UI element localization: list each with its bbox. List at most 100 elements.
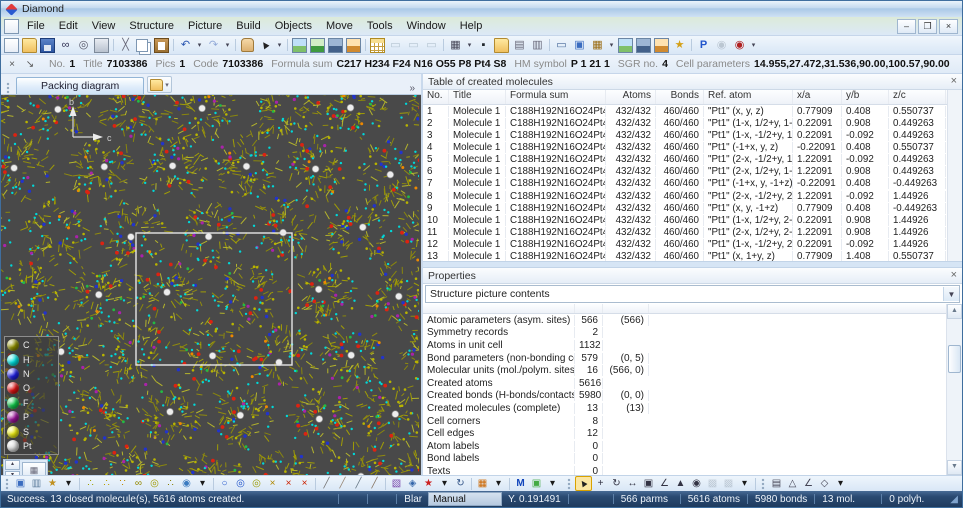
menu-item-help[interactable]: Help <box>453 18 490 34</box>
table-row[interactable]: 8Molecule 1C188H192N16O24Pt4P8432/432460… <box>423 190 947 202</box>
print-icon[interactable] <box>93 38 110 53</box>
grow-network-icon[interactable]: ◎ <box>147 477 162 490</box>
bond-style-icon-4[interactable]: ╱ <box>367 477 382 490</box>
property-row[interactable]: Texts0 <box>423 465 946 475</box>
property-row[interactable]: Created atoms5616 <box>423 377 946 390</box>
table-row[interactable]: 4Molecule 1C188H192N16O24Pt4P8432/432460… <box>423 141 947 153</box>
photo-mode-icon[interactable]: ▪ <box>475 38 492 53</box>
grid-view-icon[interactable]: ▦ <box>447 38 464 53</box>
table-row[interactable]: 10Molecule 1C188H192N16O24Pt4P8432/43246… <box>423 214 947 226</box>
frame-up-button[interactable]: ▴ <box>5 460 20 470</box>
menu-item-picture[interactable]: Picture <box>181 18 229 34</box>
toolbar-grip[interactable] <box>761 478 766 490</box>
property-row[interactable]: Atom labels0 <box>423 440 946 453</box>
coordination-open-icon[interactable]: ◎ <box>233 477 248 490</box>
copy-icon[interactable] <box>135 38 152 53</box>
table-row[interactable]: 6Molecule 1C188H192N16O24Pt4P8432/432460… <box>423 166 947 178</box>
chart-table-icon[interactable]: ▦ <box>589 38 606 53</box>
build-dropdown-icon[interactable]: ▾ <box>61 477 76 490</box>
properties-scrollbar[interactable]: ▲ ▼ <box>946 304 962 475</box>
select-pointer-icon[interactable]: ▲ <box>575 476 592 491</box>
torsion-measure-icon[interactable]: ∠ <box>801 477 816 490</box>
measure-overflow-icon[interactable]: ▾ <box>833 477 848 490</box>
mdi-minimize-button[interactable]: – <box>897 19 916 34</box>
horizontal-splitter[interactable] <box>423 261 962 268</box>
tab-overflow-chevron-icon[interactable]: » <box>409 83 417 94</box>
new-document-icon[interactable] <box>3 38 20 53</box>
diagram-mono-icon[interactable] <box>635 38 652 53</box>
picture-copy-icon[interactable]: ▥ <box>29 477 44 490</box>
molecule-mode-icon[interactable]: M <box>513 477 528 490</box>
find-icon[interactable]: ∞ <box>57 38 74 53</box>
resize-grip-icon[interactable]: ◢ <box>944 494 960 505</box>
open-folder-icon[interactable] <box>21 38 38 53</box>
chart-window-icon[interactable]: ▭ <box>553 38 570 53</box>
packing-range-icon[interactable]: ▧ <box>389 477 404 490</box>
menu-item-move[interactable]: Move <box>319 18 360 34</box>
picture-new-icon[interactable]: ▣ <box>13 477 28 490</box>
undo-dropdown-icon[interactable]: ▾ <box>195 38 204 53</box>
property-row[interactable]: Symmetry records2 <box>423 327 946 340</box>
data-table-icon[interactable] <box>369 38 386 53</box>
pan-hand-icon[interactable] <box>239 38 256 53</box>
destroy-all-icon[interactable]: × <box>297 477 312 490</box>
mdi-restore-button[interactable]: ❐ <box>918 19 937 34</box>
camera-icon[interactable]: ◉ <box>713 38 730 53</box>
layout-split-icon[interactable]: ▤ <box>511 38 528 53</box>
pointer-overflow-icon[interactable]: ▾ <box>737 477 752 490</box>
fill-cell-icon[interactable]: ◉ <box>179 477 194 490</box>
fill-dropdown-icon[interactable]: ▾ <box>195 477 210 490</box>
rotate-icon[interactable]: ↻ <box>609 477 624 490</box>
destroy-cell-icon[interactable]: ★ <box>421 477 436 490</box>
tab-packing-diagram[interactable]: Packing diagram <box>16 77 144 94</box>
move-icon[interactable]: + <box>593 477 608 490</box>
color-scheme-icon[interactable]: ▦ <box>475 477 490 490</box>
layout-grid-icon[interactable]: ▥ <box>529 38 546 53</box>
table-row[interactable]: 13Molecule 1C188H192N16O24Pt4P8432/43246… <box>423 251 947 261</box>
angle-measure-icon[interactable]: △ <box>785 477 800 490</box>
toolbar-grip[interactable] <box>5 478 10 490</box>
connect-atoms-icon[interactable]: ∴ <box>83 477 98 490</box>
delete-atoms-icon[interactable]: × <box>281 477 296 490</box>
ring-search-icon[interactable]: ◎ <box>249 477 264 490</box>
chart-dropdown-icon[interactable]: ▾ <box>607 38 616 53</box>
table-row[interactable]: 2Molecule 1C188H192N16O24Pt4P8432/432460… <box>423 117 947 129</box>
window-layout-icon-1[interactable]: ▭ <box>387 38 404 53</box>
property-row[interactable]: Cell edges12 <box>423 427 946 440</box>
view-direction-icon[interactable]: ∠ <box>657 477 672 490</box>
destroy-selection-icon[interactable]: × <box>265 477 280 490</box>
bond-style-icon-2[interactable]: ╱ <box>335 477 350 490</box>
scroll-thumb[interactable] <box>948 345 961 373</box>
window-layout-icon-2[interactable]: ▭ <box>405 38 422 53</box>
fly-icon[interactable]: ▩ <box>721 477 736 490</box>
picture-blue-icon[interactable] <box>291 38 308 53</box>
menu-item-view[interactable]: View <box>85 18 123 34</box>
menu-item-tools[interactable]: Tools <box>360 18 400 34</box>
structure-canvas[interactable]: bc CHNOFPSPt ▴ ▾ ▦ <box>1 95 421 475</box>
table-row[interactable]: 1Molecule 1C188H192N16O24Pt4P8432/432460… <box>423 105 947 117</box>
molecules-scrollbar-track[interactable] <box>947 90 962 261</box>
redo-dropdown-icon[interactable]: ▾ <box>223 38 232 53</box>
property-row[interactable]: Created molecules (complete)13(13) <box>423 402 946 415</box>
slab-plane-icon[interactable]: ◈ <box>405 477 420 490</box>
color-dropdown-icon[interactable]: ▾ <box>491 477 506 490</box>
property-row[interactable]: Bond parameters (non-bonding contacts, .… <box>423 352 946 365</box>
redo-icon[interactable]: ↷ <box>205 38 222 53</box>
complete-fragments-icon[interactable]: ∞ <box>131 477 146 490</box>
picture-forward-icon[interactable] <box>345 38 362 53</box>
table-row[interactable]: 9Molecule 1C188H192N16O24Pt4P8432/432460… <box>423 202 947 214</box>
cut-icon[interactable]: ╳ <box>117 38 134 53</box>
bond-style-icon-3[interactable]: ╱ <box>351 477 366 490</box>
info-goto-icon[interactable]: ↘ <box>23 59 37 70</box>
build-overflow-icon[interactable]: ▾ <box>545 477 560 490</box>
undo-icon[interactable]: ↶ <box>177 38 194 53</box>
save-icon[interactable] <box>39 38 56 53</box>
bond-style-icon-1[interactable]: ╱ <box>319 477 334 490</box>
property-row[interactable]: Bond labels0 <box>423 453 946 466</box>
zoom-window-icon[interactable]: ▣ <box>641 477 656 490</box>
cell-dropdown-icon[interactable]: ▾ <box>437 477 452 490</box>
picture-green-icon[interactable] <box>309 38 326 53</box>
table-row[interactable]: 12Molecule 1C188H192N16O24Pt4P8432/43246… <box>423 239 947 251</box>
title-bar[interactable]: Diamond <box>1 1 962 17</box>
table-row[interactable]: 3Molecule 1C188H192N16O24Pt4P8432/432460… <box>423 129 947 141</box>
